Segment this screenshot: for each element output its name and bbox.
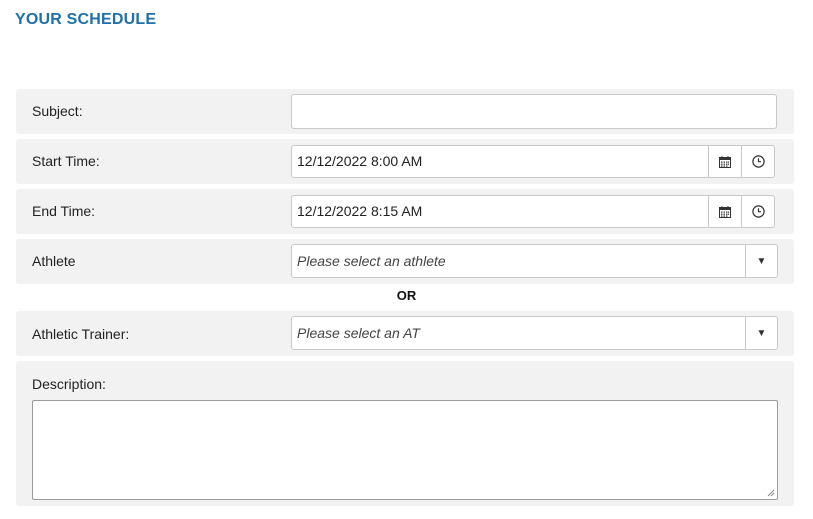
clock-icon [751,155,765,168]
end-time-calendar-button[interactable] [709,196,741,227]
description-label: Description: [32,376,106,392]
end-time-row: End Time: 12/12/2022 8:15 AM [16,189,794,234]
start-time-label: Start Time: [32,153,100,169]
description-textarea[interactable] [32,400,778,500]
caret-down-icon: ▼ [756,327,767,339]
athlete-select-placeholder: Please select an athlete [292,245,746,277]
start-time-calendar-button[interactable] [709,146,741,177]
subject-label: Subject: [32,103,83,119]
start-time-clock-button[interactable] [741,146,774,177]
caret-down-icon: ▼ [756,255,767,267]
athlete-dropdown-button[interactable]: ▼ [746,245,777,277]
athletic-trainer-select-placeholder: Please select an AT [292,317,746,349]
end-time-picker: 12/12/2022 8:15 AM [291,195,775,228]
athlete-row: Athlete Please select an athlete ▼ [16,239,794,284]
resize-grip-icon[interactable] [767,489,775,497]
or-separator: OR [396,288,417,303]
end-time-input[interactable]: 12/12/2022 8:15 AM [292,196,709,227]
athletic-trainer-dropdown-button[interactable]: ▼ [746,317,777,349]
calendar-icon [719,205,731,218]
calendar-icon [719,155,731,168]
end-time-label: End Time: [32,203,96,219]
subject-row: Subject: [16,89,794,134]
end-time-clock-button[interactable] [741,196,774,227]
page-title: YOUR SCHEDULE [15,11,157,28]
start-time-picker: 12/12/2022 8:00 AM [291,145,775,178]
description-row: Description: [16,361,794,506]
athletic-trainer-select[interactable]: Please select an AT ▼ [291,316,778,350]
subject-input[interactable] [291,94,777,129]
start-time-row: Start Time: 12/12/2022 8:00 AM [16,139,794,184]
athlete-select[interactable]: Please select an athlete ▼ [291,244,778,278]
athlete-label: Athlete [32,253,76,269]
athletic-trainer-label: Athletic Trainer: [32,326,130,342]
clock-icon [751,205,765,218]
athletic-trainer-row: Athletic Trainer: Please select an AT ▼ [16,311,794,356]
start-time-input[interactable]: 12/12/2022 8:00 AM [292,146,709,177]
